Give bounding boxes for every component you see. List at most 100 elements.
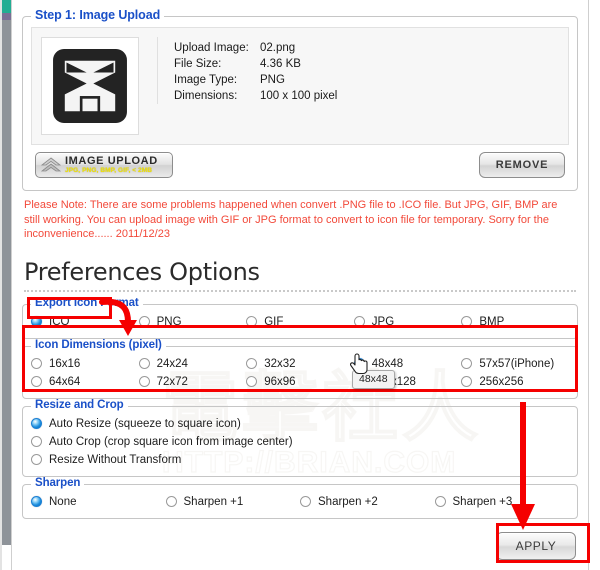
background-page-sliver	[0, 0, 11, 570]
meta-label: Image Type:	[174, 74, 238, 86]
format-option-gif[interactable]: GIF	[246, 313, 354, 331]
resize-and-crop-group: Resize and Crop Auto Resize (squeeze to …	[22, 398, 578, 477]
icon-dimensions-row-1: 16x16 24x24 32x32 48x48 57x57(iPhone)	[31, 355, 569, 373]
main-panel: 電擊社人 HTTP://BRIAN.COM Step 1: Image Uplo…	[11, 0, 589, 570]
resize-option-without-transform[interactable]: Resize Without Transform	[31, 451, 569, 469]
sliver-teal-block	[2, 0, 11, 13]
sharpen-option-none[interactable]: None	[31, 493, 166, 511]
uploaded-image-logo-icon	[53, 49, 127, 123]
option-label: Sharpen +3	[452, 495, 513, 508]
export-icon-format-group: Export Icon Format ICO PNG GIF JPG BMP	[22, 296, 578, 339]
radio-icon[interactable]	[353, 316, 365, 327]
radio-icon[interactable]	[165, 496, 177, 507]
sharpen-options: None Sharpen +1 Sharpen +2 Sharpen +3	[31, 493, 569, 511]
meta-value: 4.36 KB	[260, 58, 301, 70]
meta-label: Upload Image:	[174, 42, 249, 54]
dimension-option-256x256[interactable]: 256x256	[461, 373, 569, 391]
radio-icon[interactable]	[246, 376, 258, 387]
sharpen-option-plus-1[interactable]: Sharpen +1	[165, 493, 301, 511]
export-icon-format-legend: Export Icon Format	[31, 296, 143, 309]
radio-icon[interactable]	[31, 436, 42, 447]
upload-action-row: IMAGE UPLOAD JPG, PNG, BMP, GIF, < 2MB R…	[31, 145, 569, 182]
step1-legend: Step 1: Image Upload	[31, 8, 165, 22]
image-upload-button[interactable]: IMAGE UPLOAD JPG, PNG, BMP, GIF, < 2MB	[35, 152, 173, 178]
dimension-option-72x72[interactable]: 72x72	[138, 373, 247, 391]
option-label: Resize Without Transform	[49, 453, 182, 466]
upload-button-subtitle: JPG, PNG, BMP, GIF, < 2MB	[65, 166, 153, 174]
option-label: 16x16	[49, 357, 81, 370]
radio-icon[interactable]	[138, 358, 150, 369]
sharpen-legend: Sharpen	[31, 476, 85, 489]
radio-icon[interactable]	[31, 418, 42, 429]
image-thumbnail-frame	[41, 37, 139, 135]
option-label: 32x32	[264, 357, 296, 370]
pointing-hand-cursor-icon	[350, 353, 368, 375]
radio-icon[interactable]	[246, 316, 258, 327]
step1-group: Step 1: Image Upload Upload Image: 02.pn…	[22, 8, 578, 191]
apply-button[interactable]: APPLY	[496, 531, 576, 560]
radio-icon[interactable]	[31, 454, 42, 465]
upload-warning-note: Please Note: There are some problems hap…	[24, 199, 558, 240]
dimension-option-57x57-iphone[interactable]: 57x57(iPhone)	[461, 355, 569, 373]
radio-icon[interactable]	[138, 316, 150, 327]
option-label: None	[49, 495, 77, 508]
sharpen-group: Sharpen None Sharpen +1 Sharpen +2 Sharp…	[22, 476, 578, 519]
double-chevron-up-icon	[40, 157, 62, 172]
option-label: Sharpen +2	[318, 495, 378, 508]
format-option-ico[interactable]: ICO	[31, 313, 139, 331]
format-option-bmp[interactable]: BMP	[461, 313, 569, 331]
radio-icon[interactable]	[31, 358, 42, 369]
sharpen-option-plus-3[interactable]: Sharpen +3	[434, 493, 570, 511]
option-label: BMP	[479, 315, 505, 328]
resize-and-crop-legend: Resize and Crop	[31, 398, 128, 411]
sliver-grey-block	[2, 20, 11, 545]
dimension-option-96x96[interactable]: 96x96	[246, 373, 354, 391]
meta-label: Dimensions:	[174, 90, 238, 102]
sharpen-option-plus-2[interactable]: Sharpen +2	[300, 493, 435, 511]
meta-row: Dimensions: 100 x 100 pixel	[174, 88, 559, 104]
radio-icon[interactable]	[300, 496, 311, 507]
option-label: Sharpen +1	[183, 495, 244, 508]
icon-dimensions-group: Icon Dimensions (pixel) 16x16 24x24 32x3…	[22, 338, 578, 399]
resize-option-auto-resize[interactable]: Auto Resize (squeeze to square icon)	[31, 415, 569, 433]
preferences-title: Preferences Options	[24, 257, 260, 286]
app-screenshot: 電擊社人 HTTP://BRIAN.COM Step 1: Image Uplo…	[0, 0, 600, 570]
radio-icon[interactable]	[246, 358, 258, 369]
format-option-png[interactable]: PNG	[138, 313, 247, 331]
option-label: Auto Crop (crop square icon from image c…	[49, 435, 293, 448]
option-label: ICO	[49, 315, 70, 328]
option-label: 64x64	[49, 375, 81, 388]
option-label: 57x57(iPhone)	[479, 357, 555, 370]
resize-and-crop-options: Auto Resize (squeeze to square icon) Aut…	[31, 415, 569, 469]
resize-option-auto-crop[interactable]: Auto Crop (crop square icon from image c…	[31, 433, 569, 451]
radio-icon[interactable]	[31, 496, 42, 507]
upload-button-title: IMAGE UPLOAD	[65, 154, 158, 167]
dimension-option-32x32[interactable]: 32x32	[246, 355, 354, 373]
radio-icon[interactable]	[461, 376, 473, 387]
dimension-option-24x24[interactable]: 24x24	[138, 355, 247, 373]
meta-label: File Size:	[174, 58, 222, 70]
dimension-option-64x64[interactable]: 64x64	[31, 373, 139, 391]
radio-icon[interactable]	[31, 376, 42, 387]
radio-icon[interactable]	[31, 316, 42, 327]
radio-icon[interactable]	[434, 496, 446, 507]
upload-button-text: IMAGE UPLOAD JPG, PNG, BMP, GIF, < 2MB	[65, 154, 158, 175]
option-label: Auto Resize (squeeze to square icon)	[49, 417, 241, 430]
radio-icon[interactable]	[461, 358, 473, 369]
icon-dimensions-options: 16x16 24x24 32x32 48x48 57x57(iPhone) 64…	[31, 355, 569, 391]
sliver-purple-block	[2, 13, 11, 20]
remove-button[interactable]: REMOVE	[479, 152, 565, 178]
meta-value: 100 x 100 pixel	[260, 90, 338, 102]
dimension-option-16x16[interactable]: 16x16	[31, 355, 139, 373]
option-label: 72x72	[156, 375, 188, 388]
meta-value: 02.png	[260, 42, 296, 54]
image-metadata: Upload Image: 02.png File Size: 4.36 KB …	[157, 37, 559, 104]
meta-row: Image Type: PNG	[174, 72, 559, 88]
radio-icon[interactable]	[461, 316, 473, 327]
option-label: 256x256	[479, 375, 524, 388]
option-label: JPG	[371, 315, 395, 328]
icon-dimensions-row-2: 64x64 72x72 96x96 256x256	[31, 373, 569, 391]
meta-value: PNG	[260, 74, 285, 86]
format-option-jpg[interactable]: JPG	[353, 313, 462, 331]
radio-icon[interactable]	[138, 376, 150, 387]
